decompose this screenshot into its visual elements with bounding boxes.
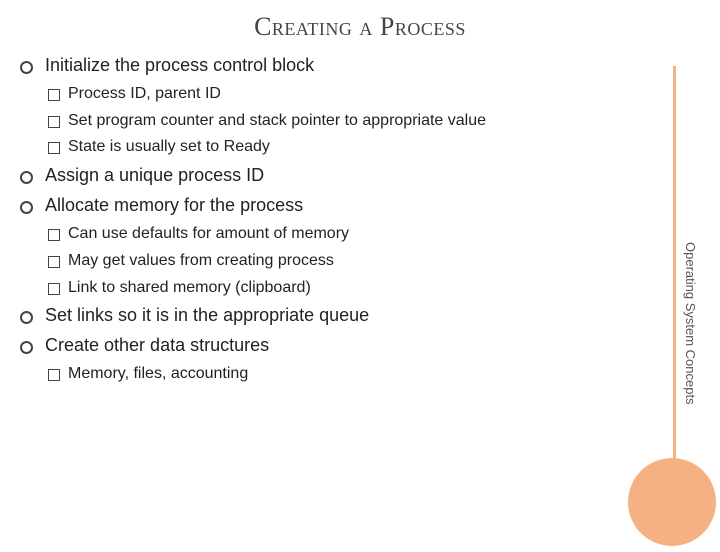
list-item: State is usually set to Ready bbox=[48, 135, 620, 160]
footer-label: Operating System Concepts bbox=[683, 242, 698, 405]
item-text: Process ID, parent ID bbox=[68, 82, 221, 107]
item-text: Memory, files, accounting bbox=[68, 362, 248, 387]
list-item: Set program counter and stack pointer to… bbox=[48, 109, 620, 134]
bullet-circle-icon bbox=[20, 201, 33, 214]
bullet-circle-icon bbox=[20, 341, 33, 354]
list-item: Memory, files, accounting bbox=[48, 362, 620, 387]
bullet-square-icon bbox=[48, 256, 60, 268]
bullet-square-icon bbox=[48, 283, 60, 295]
item-text: Allocate memory for the process bbox=[45, 192, 303, 220]
slide-title: Creating a Process bbox=[0, 12, 720, 42]
list-item: May get values from creating process bbox=[48, 249, 620, 274]
list-item: Process ID, parent ID bbox=[48, 82, 620, 107]
item-text: Initialize the process control block bbox=[45, 52, 314, 80]
list-item: Can use defaults for amount of memory bbox=[48, 222, 620, 247]
bullet-circle-icon bbox=[20, 311, 33, 324]
list-item: Link to shared memory (clipboard) bbox=[48, 276, 620, 301]
list-item: Allocate memory for the process bbox=[20, 192, 620, 220]
bullet-square-icon bbox=[48, 369, 60, 381]
item-text: Assign a unique process ID bbox=[45, 162, 264, 190]
accent-bar bbox=[673, 66, 676, 506]
list-item: Set links so it is in the appropriate qu… bbox=[20, 302, 620, 330]
item-text: Can use defaults for amount of memory bbox=[68, 222, 349, 247]
list-item: Create other data structures bbox=[20, 332, 620, 360]
list-item: Initialize the process control block bbox=[20, 52, 620, 80]
list-item: Assign a unique process ID bbox=[20, 162, 620, 190]
item-text: May get values from creating process bbox=[68, 249, 334, 274]
item-text: Set program counter and stack pointer to… bbox=[68, 109, 486, 134]
bullet-square-icon bbox=[48, 89, 60, 101]
bullet-square-icon bbox=[48, 116, 60, 128]
accent-circle-icon bbox=[628, 458, 716, 546]
bullet-circle-icon bbox=[20, 171, 33, 184]
bullet-square-icon bbox=[48, 229, 60, 241]
item-text: State is usually set to Ready bbox=[68, 135, 270, 160]
item-text: Set links so it is in the appropriate qu… bbox=[45, 302, 369, 330]
slide-body: Initialize the process control block Pro… bbox=[20, 50, 620, 389]
bullet-circle-icon bbox=[20, 61, 33, 74]
item-text: Create other data structures bbox=[45, 332, 269, 360]
bullet-square-icon bbox=[48, 142, 60, 154]
item-text: Link to shared memory (clipboard) bbox=[68, 276, 311, 301]
